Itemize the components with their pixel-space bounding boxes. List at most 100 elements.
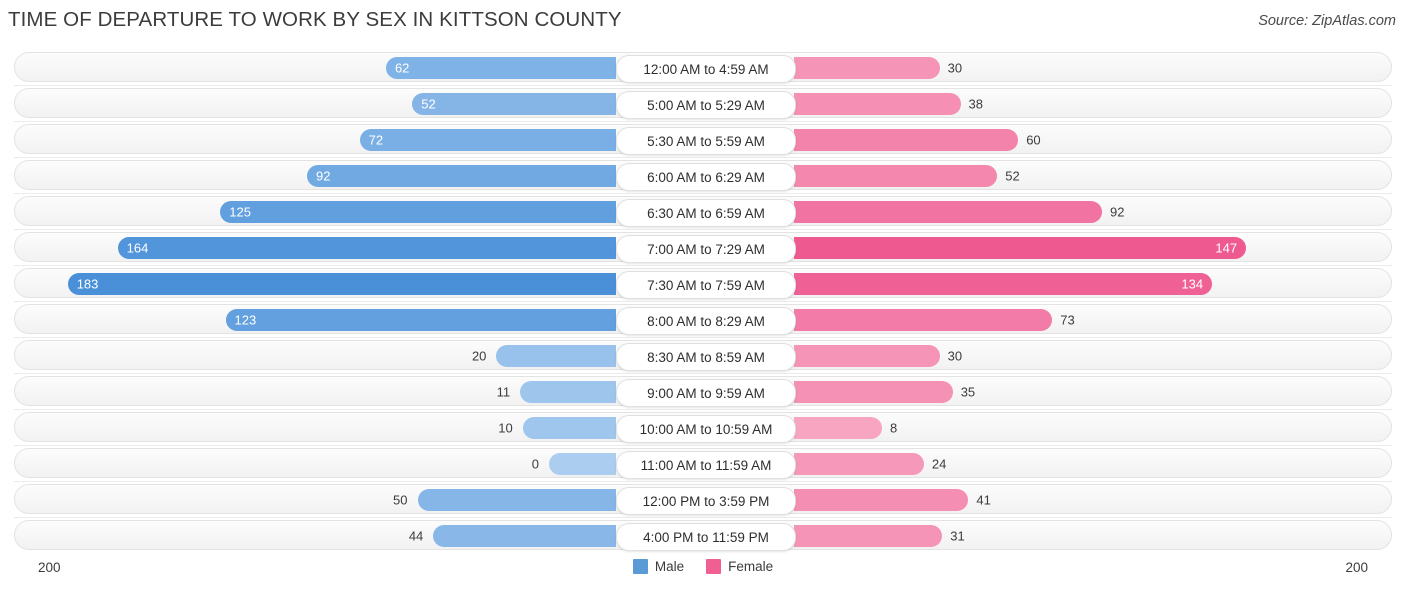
- chart-row[interactable]: 11 35 9:00 AM to 9:59 AM: [14, 376, 1392, 407]
- chart-row[interactable]: 92 52 6:00 AM to 6:29 AM: [14, 160, 1392, 191]
- female-value-label: 60: [1026, 132, 1041, 148]
- row-separator: [14, 121, 1392, 122]
- female-bar[interactable]: 147: [794, 237, 1247, 259]
- category-label: 10:00 AM to 10:59 AM: [616, 415, 796, 443]
- category-label: 8:00 AM to 8:29 AM: [616, 307, 796, 335]
- chart-row[interactable]: 125 92 6:30 AM to 6:59 AM: [14, 196, 1392, 227]
- legend-item-male[interactable]: Male: [632, 559, 685, 574]
- chart-header: TIME OF DEPARTURE TO WORK BY SEX IN KITT…: [0, 0, 1406, 42]
- chart-row[interactable]: 72 60 5:30 AM to 5:59 AM: [14, 124, 1392, 155]
- chart-row[interactable]: 52 38 5:00 AM to 5:29 AM: [14, 88, 1392, 119]
- male-bar[interactable]: 125: [220, 201, 616, 223]
- chart-row[interactable]: 123 73 8:00 AM to 8:29 AM: [14, 304, 1392, 335]
- row-separator: [14, 193, 1392, 194]
- male-bar[interactable]: 62: [385, 57, 616, 79]
- male-value-label: 92: [316, 168, 331, 184]
- legend-swatch-female: [706, 559, 722, 574]
- male-bar[interactable]: 72: [359, 129, 616, 151]
- row-separator: [14, 445, 1392, 446]
- female-value-label: 8: [889, 420, 898, 436]
- male-bar[interactable]: 52: [412, 93, 616, 115]
- chart-row[interactable]: 164 147 7:00 AM to 7:29 AM: [14, 232, 1392, 263]
- male-value-label: 44: [408, 528, 424, 544]
- row-separator: [14, 265, 1392, 266]
- row-separator: [14, 337, 1392, 338]
- male-bar[interactable]: [520, 381, 616, 403]
- male-bar[interactable]: [522, 417, 616, 439]
- male-bar[interactable]: 164: [117, 237, 616, 259]
- chart-row[interactable]: 0 24 11:00 AM to 11:59 AM: [14, 448, 1392, 479]
- male-bar[interactable]: [549, 453, 616, 475]
- female-bar[interactable]: [794, 381, 953, 403]
- legend-label-female: Female: [728, 559, 774, 574]
- category-label: 4:00 PM to 11:59 PM: [616, 523, 796, 551]
- female-bar[interactable]: [794, 417, 882, 439]
- female-value-label: 30: [947, 60, 963, 76]
- row-separator: [14, 517, 1392, 518]
- row-separator: [14, 409, 1392, 410]
- male-bar[interactable]: 183: [67, 273, 616, 295]
- chart-row[interactable]: 62 30 12:00 AM to 4:59 AM: [14, 52, 1392, 83]
- female-bar[interactable]: [794, 129, 1019, 151]
- chart-row[interactable]: 44 31 4:00 PM to 11:59 PM: [14, 520, 1392, 551]
- male-value-label: 164: [126, 240, 149, 256]
- category-label: 11:00 AM to 11:59 AM: [616, 451, 796, 479]
- row-separator: [14, 481, 1392, 482]
- female-bar[interactable]: [794, 201, 1103, 223]
- male-bar[interactable]: [417, 489, 616, 511]
- chart-row[interactable]: 20 30 8:30 AM to 8:59 AM: [14, 340, 1392, 371]
- male-value-label: 50: [393, 492, 408, 508]
- category-label: 8:30 AM to 8:59 AM: [616, 343, 796, 371]
- male-value-label: 0: [531, 456, 539, 472]
- male-value-label: 20: [471, 348, 487, 364]
- female-bar[interactable]: [794, 453, 924, 475]
- male-value-label: 123: [234, 312, 257, 328]
- female-bar[interactable]: [794, 489, 969, 511]
- female-bar[interactable]: [794, 309, 1053, 331]
- female-bar[interactable]: [794, 93, 961, 115]
- male-bar[interactable]: [496, 345, 616, 367]
- female-value-label: 134: [1181, 276, 1204, 292]
- category-label: 7:00 AM to 7:29 AM: [616, 235, 796, 263]
- male-bar[interactable]: 123: [225, 309, 616, 331]
- category-label: 12:00 PM to 3:59 PM: [616, 487, 796, 515]
- male-value-label: 125: [229, 204, 251, 220]
- female-value-label: 41: [976, 492, 991, 508]
- category-label: 6:30 AM to 6:59 AM: [616, 199, 796, 227]
- female-value-label: 38: [968, 96, 984, 112]
- chart-row[interactable]: 50 41 12:00 PM to 3:59 PM: [14, 484, 1392, 515]
- source-attribution: Source: ZipAtlas.com: [1258, 13, 1396, 29]
- male-value-label: 10: [498, 420, 513, 436]
- male-value-label: 52: [421, 96, 436, 112]
- female-bar[interactable]: [794, 57, 940, 79]
- female-value-label: 147: [1215, 240, 1238, 256]
- category-label: 12:00 AM to 4:59 AM: [616, 55, 796, 83]
- chart-row[interactable]: 10 8 10:00 AM to 10:59 AM: [14, 412, 1392, 443]
- legend-label-male: Male: [654, 559, 685, 574]
- category-label: 5:30 AM to 5:59 AM: [616, 127, 796, 155]
- row-separator: [14, 229, 1392, 230]
- male-value-label: 11: [496, 384, 511, 400]
- male-bar[interactable]: [433, 525, 616, 547]
- chart-footer: 200 200 Male Female: [0, 556, 1406, 590]
- legend-item-female[interactable]: Female: [706, 559, 773, 574]
- row-separator: [14, 85, 1392, 86]
- diverging-bar-chart: 62 30 12:00 AM to 4:59 AM 52 38 5:00 AM to 5:…: [0, 48, 1406, 551]
- male-value-label: 72: [368, 132, 384, 148]
- male-bar[interactable]: 92: [307, 165, 616, 187]
- female-bar[interactable]: [794, 345, 940, 367]
- female-bar[interactable]: [794, 165, 998, 187]
- female-bar[interactable]: 134: [794, 273, 1213, 295]
- page-title: TIME OF DEPARTURE TO WORK BY SEX IN KITT…: [8, 8, 622, 31]
- female-value-label: 24: [931, 456, 947, 472]
- chart-legend: Male Female: [0, 559, 1406, 574]
- legend-swatch-male: [632, 559, 648, 574]
- male-value-label: 183: [76, 276, 99, 292]
- female-value-label: 73: [1060, 312, 1075, 328]
- female-value-label: 31: [950, 528, 965, 544]
- female-value-label: 92: [1110, 204, 1125, 220]
- category-label: 6:00 AM to 6:29 AM: [616, 163, 796, 191]
- female-bar[interactable]: [794, 525, 943, 547]
- row-separator: [14, 301, 1392, 302]
- chart-row[interactable]: 183 134 7:30 AM to 7:59 AM: [14, 268, 1392, 299]
